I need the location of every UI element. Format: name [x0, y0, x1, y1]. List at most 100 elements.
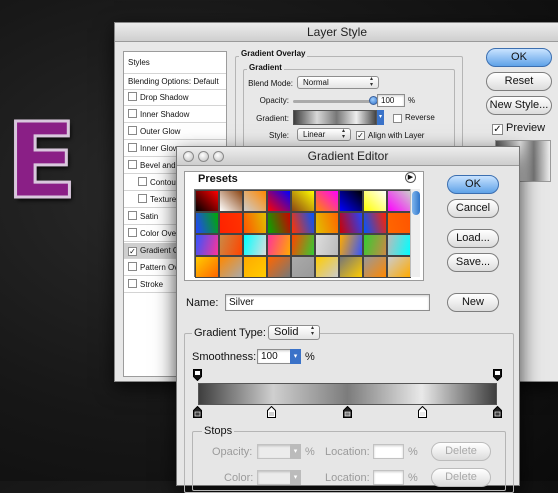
preset-swatch[interactable]: [363, 234, 387, 256]
preset-swatch[interactable]: [195, 212, 219, 234]
style-item-checkbox[interactable]: [128, 262, 137, 271]
editor-cancel-button[interactable]: Cancel: [447, 199, 499, 218]
blend-mode-select[interactable]: Normal: [297, 76, 379, 89]
preset-swatch[interactable]: [267, 212, 291, 234]
preset-swatch[interactable]: [339, 256, 363, 278]
gradient-preview-bar[interactable]: [198, 383, 497, 405]
gradient-type-select[interactable]: Solid: [268, 325, 320, 340]
styles-header[interactable]: Styles: [124, 52, 226, 74]
preset-swatch[interactable]: [291, 212, 315, 234]
smoothness-unit: %: [305, 351, 315, 363]
stop-opacity-dropdown-arrow[interactable]: ▾: [290, 444, 301, 459]
presets-menu-icon[interactable]: ▶: [405, 172, 416, 183]
style-item-inner-shadow[interactable]: Inner Shadow: [124, 107, 226, 123]
load-button[interactable]: Load...: [447, 229, 499, 248]
stop-color-delete-button[interactable]: Delete: [431, 468, 491, 487]
preset-swatch[interactable]: [387, 234, 411, 256]
preset-swatch[interactable]: [363, 256, 387, 278]
preset-swatch[interactable]: [339, 212, 363, 234]
preset-swatch[interactable]: [243, 190, 267, 212]
align-with-layer-checkbox[interactable]: ✓: [356, 131, 365, 140]
preview-checkbox[interactable]: ✓: [492, 124, 503, 135]
style-select[interactable]: Linear: [297, 128, 351, 141]
preset-swatch[interactable]: [363, 190, 387, 212]
preset-swatch[interactable]: [291, 190, 315, 212]
preset-swatch[interactable]: [339, 190, 363, 212]
style-item-checkbox[interactable]: [128, 143, 137, 152]
gradient-swatch[interactable]: [293, 110, 377, 125]
gradient-dropdown-arrow[interactable]: ▾: [377, 110, 384, 125]
style-item-checkbox[interactable]: [138, 177, 147, 186]
preset-swatch[interactable]: [291, 234, 315, 256]
preset-swatch[interactable]: [315, 256, 339, 278]
preset-swatch[interactable]: [291, 256, 315, 278]
opacity-label: Opacity:: [259, 96, 289, 105]
preset-swatch[interactable]: [267, 234, 291, 256]
style-item-label: Inner Glow: [140, 144, 179, 153]
opacity-stop-right[interactable]: [493, 369, 502, 381]
preset-swatch[interactable]: [195, 234, 219, 256]
preset-swatch[interactable]: [267, 190, 291, 212]
preset-swatch[interactable]: [339, 234, 363, 256]
style-item-checkbox[interactable]: [128, 92, 137, 101]
style-item-checkbox[interactable]: [128, 211, 137, 220]
style-item-checkbox[interactable]: [128, 160, 137, 169]
style-item-checkbox[interactable]: [128, 228, 137, 237]
editor-ok-button[interactable]: OK: [447, 175, 499, 194]
style-item-checkbox[interactable]: [128, 109, 137, 118]
preset-swatch[interactable]: [315, 234, 339, 256]
smoothness-dropdown-arrow[interactable]: ▾: [290, 349, 301, 364]
preset-swatch[interactable]: [219, 212, 243, 234]
preset-swatch[interactable]: [243, 212, 267, 234]
preset-swatch[interactable]: [387, 190, 411, 212]
stop-opacity-location-field[interactable]: [373, 444, 404, 459]
stop-opacity-unit: %: [305, 446, 315, 458]
color-stop-1[interactable]: [193, 406, 202, 418]
style-item-checkbox[interactable]: [128, 126, 137, 135]
preset-swatch[interactable]: [195, 256, 219, 278]
style-item-checkbox[interactable]: [138, 194, 147, 203]
name-field[interactable]: Silver: [225, 294, 430, 311]
stop-color-dropdown-arrow[interactable]: ▾: [290, 470, 301, 485]
save-button[interactable]: Save...: [447, 253, 499, 272]
style-item-blending-options-default[interactable]: Blending Options: Default: [124, 74, 226, 90]
preset-swatch[interactable]: [387, 212, 411, 234]
opacity-slider-track[interactable]: [293, 100, 373, 103]
preset-swatch[interactable]: [363, 212, 387, 234]
new-style-button[interactable]: New Style...: [486, 96, 552, 115]
minimize-window-icon[interactable]: [198, 151, 209, 162]
stop-color-location-field[interactable]: [373, 470, 404, 485]
layer-style-reset-button[interactable]: Reset: [486, 72, 552, 91]
style-item-checkbox[interactable]: ✓: [128, 247, 137, 256]
preset-swatch-grid[interactable]: [194, 189, 414, 278]
new-button[interactable]: New: [447, 293, 499, 312]
presets-scrollbar[interactable]: [410, 189, 420, 277]
stop-color-location-unit: %: [408, 472, 418, 484]
stop-opacity-delete-button[interactable]: Delete: [431, 442, 491, 461]
preset-swatch[interactable]: [315, 212, 339, 234]
preset-swatch[interactable]: [267, 256, 291, 278]
preset-swatch[interactable]: [315, 190, 339, 212]
color-stop-2[interactable]: [267, 406, 276, 418]
layer-style-ok-button[interactable]: OK: [486, 48, 552, 67]
preset-swatch[interactable]: [195, 190, 219, 212]
color-stop-3[interactable]: [343, 406, 352, 418]
color-stop-5[interactable]: [493, 406, 502, 418]
opacity-field[interactable]: 100: [377, 94, 405, 107]
preset-swatch[interactable]: [219, 256, 243, 278]
color-stop-4[interactable]: [418, 406, 427, 418]
style-item-checkbox[interactable]: [128, 279, 137, 288]
style-item-drop-shadow[interactable]: Drop Shadow: [124, 90, 226, 106]
zoom-window-icon[interactable]: [213, 151, 224, 162]
preset-swatch[interactable]: [219, 190, 243, 212]
presets-scroll-thumb[interactable]: [412, 191, 420, 215]
preset-swatch[interactable]: [387, 256, 411, 278]
preset-swatch[interactable]: [219, 234, 243, 256]
opacity-stop-left[interactable]: [193, 369, 202, 381]
style-item-label: Inner Shadow: [140, 110, 190, 119]
close-window-icon[interactable]: [183, 151, 194, 162]
preset-swatch[interactable]: [243, 234, 267, 256]
preset-swatch[interactable]: [243, 256, 267, 278]
reverse-checkbox[interactable]: [393, 114, 402, 123]
style-item-outer-glow[interactable]: Outer Glow: [124, 124, 226, 140]
